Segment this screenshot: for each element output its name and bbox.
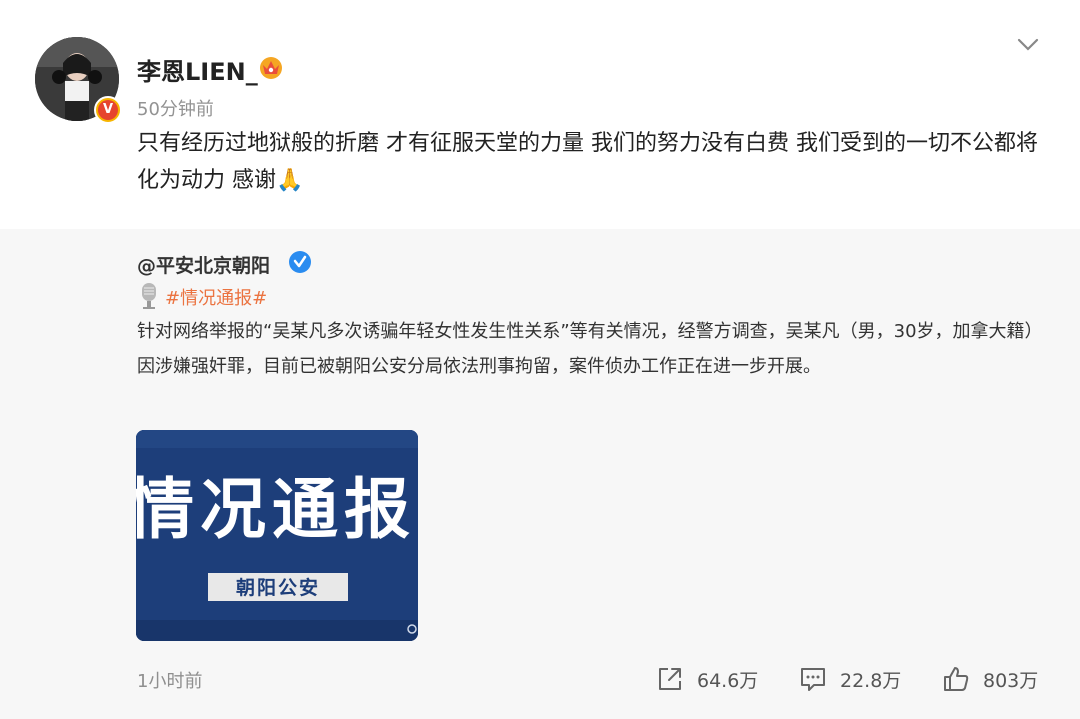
hashtag-link[interactable]: #情况通报# bbox=[165, 284, 267, 310]
reposted-content[interactable]: @平安北京朝阳 #情况通报# 针对网络举报的“吴某凡多次诱骗年轻女性发生性关系”… bbox=[0, 229, 1080, 719]
post-text: 只有经历过地狱般的折磨 才有征服天堂的力量 我们的努力没有白费 我们受到的一切不… bbox=[137, 131, 1038, 193]
repost-time: 1小时前 bbox=[137, 671, 203, 692]
image-thumbnail[interactable]: 情况通报 朝阳公安 bbox=[136, 430, 418, 641]
repost-text: 针对网络举报的“吴某凡多次诱骗年轻女性发生性关系”等有关情况，经警方调查，吴某凡… bbox=[137, 321, 1034, 377]
post-header: V 李恩LIEN_ 50分钟前 只有经历过地狱般的折磨 才有征服天堂的力量 我们… bbox=[0, 0, 1080, 229]
chevron-down-icon[interactable] bbox=[1014, 30, 1042, 58]
share-icon bbox=[659, 668, 681, 690]
share-count: 64.6万 bbox=[697, 669, 759, 692]
like-icon bbox=[944, 667, 969, 691]
like-button[interactable]: 803万 bbox=[941, 661, 1038, 697]
thumb-title: 情况通报 bbox=[136, 471, 416, 548]
verified-user-badge: V bbox=[94, 96, 122, 124]
like-count: 803万 bbox=[983, 669, 1039, 692]
comment-count: 22.8万 bbox=[840, 669, 902, 692]
microphone-icon bbox=[142, 283, 156, 309]
repost-username[interactable]: @平安北京朝阳 bbox=[137, 251, 270, 278]
comment-icon bbox=[801, 668, 825, 691]
weibo-card: V 李恩LIEN_ 50分钟前 只有经历过地狱般的折磨 才有征服天堂的力量 我们… bbox=[0, 0, 1080, 719]
crown-badge-icon[interactable] bbox=[258, 54, 284, 80]
username[interactable]: 李恩LIEN_ bbox=[137, 52, 258, 87]
comment-button[interactable]: 22.8万 bbox=[798, 661, 901, 697]
share-button[interactable]: 64.6万 bbox=[655, 661, 758, 697]
verified-icon bbox=[289, 251, 311, 273]
post-time: 50分钟前 bbox=[137, 99, 214, 120]
thumb-subtitle: 朝阳公安 bbox=[236, 576, 320, 599]
